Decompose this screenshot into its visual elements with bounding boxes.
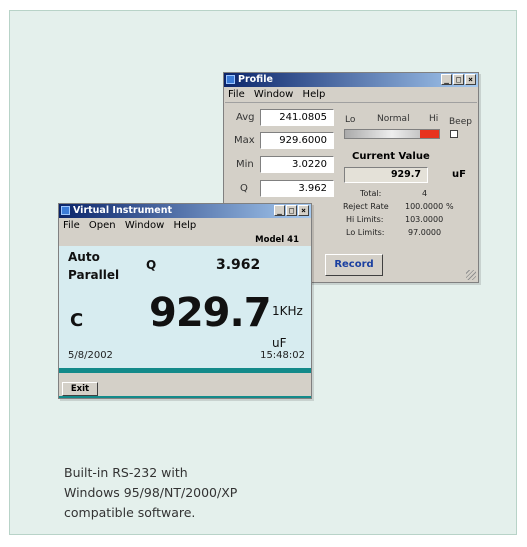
lo-limits-value: 97.0000: [408, 228, 442, 237]
lo-label: Lo: [345, 115, 356, 125]
date: 5/8/2002: [68, 350, 113, 361]
exit-underline: [59, 396, 311, 398]
hi-indicator-light: [420, 130, 439, 138]
limit-indicator-bar: [344, 129, 440, 139]
secondary-param: Q: [146, 258, 157, 272]
virtual-instrument-window: Virtual Instrument _ □ × File Open Windo…: [58, 203, 312, 399]
total-value: 4: [422, 189, 428, 198]
caption-line-1: Built-in RS-232 with: [64, 465, 188, 480]
reject-rate-unit: %: [446, 202, 454, 211]
q-field: 3.962: [260, 180, 334, 197]
model-label: Model 41: [255, 235, 299, 245]
reject-rate-label: Reject Rate: [343, 202, 389, 211]
status-strip: [59, 368, 311, 373]
menu-window[interactable]: Window: [254, 89, 293, 100]
profile-title: Profile: [238, 74, 273, 85]
minimize-button[interactable]: _: [441, 74, 452, 85]
current-unit: uF: [452, 169, 466, 180]
app-icon: [61, 206, 70, 215]
menu-help[interactable]: Help: [173, 220, 196, 231]
profile-titlebar[interactable]: Profile _ □ ×: [224, 73, 478, 87]
feature-caption: Built-in RS-232 with Windows 95/98/NT/20…: [64, 463, 237, 523]
vi-menubar: File Open Window Help: [59, 218, 311, 233]
beep-checkbox[interactable]: [450, 130, 458, 138]
hi-limits-label: Hi Limits:: [346, 215, 384, 224]
current-value-title: Current Value: [352, 151, 430, 162]
menu-file[interactable]: File: [63, 220, 80, 231]
maximize-button[interactable]: □: [453, 74, 464, 85]
profile-menubar: File Window Help: [224, 87, 478, 102]
min-label: Min: [236, 159, 254, 170]
frequency: 1KHz: [272, 304, 303, 318]
q-label: Q: [240, 183, 248, 194]
hi-label: Hi: [429, 114, 439, 124]
close-button[interactable]: ×: [298, 205, 309, 216]
exit-button[interactable]: Exit: [62, 382, 98, 396]
caption-line-2: Windows 95/98/NT/2000/XP: [64, 485, 238, 500]
record-button[interactable]: Record: [325, 254, 383, 276]
total-label: Total:: [360, 189, 382, 198]
instrument-display: Auto Parallel Q 3.962 C 929.7 1KHz uF 5/…: [59, 246, 311, 368]
max-label: Max: [234, 135, 255, 146]
primary-param: C: [70, 310, 84, 331]
current-value-field: 929.7: [344, 167, 428, 183]
avg-field: 241.0805: [260, 109, 334, 126]
menu-file[interactable]: File: [228, 89, 245, 100]
minimize-button[interactable]: _: [274, 205, 285, 216]
reject-rate-value: 100.0000: [405, 202, 444, 211]
resize-grip[interactable]: [466, 270, 476, 280]
hi-limits-value: 103.0000: [405, 215, 444, 224]
normal-label: Normal: [377, 114, 410, 124]
mode-parallel: Parallel: [68, 268, 120, 282]
secondary-value: 3.962: [216, 257, 261, 273]
avg-label: Avg: [236, 112, 255, 123]
menu-help[interactable]: Help: [303, 89, 326, 100]
vi-titlebar[interactable]: Virtual Instrument _ □ ×: [59, 204, 311, 218]
time: 15:48:02: [260, 350, 305, 361]
primary-unit: uF: [272, 336, 287, 350]
app-icon: [226, 75, 235, 84]
min-field: 3.0220: [260, 156, 334, 173]
primary-value: 929.7: [149, 290, 272, 336]
close-button[interactable]: ×: [465, 74, 476, 85]
lo-limits-label: Lo Limits:: [346, 228, 385, 237]
caption-line-3: compatible software.: [64, 505, 196, 520]
vi-title: Virtual Instrument: [73, 205, 172, 216]
menu-window[interactable]: Window: [125, 220, 164, 231]
maximize-button[interactable]: □: [286, 205, 297, 216]
menu-open[interactable]: Open: [89, 220, 116, 231]
beep-label: Beep: [449, 117, 472, 127]
mode-auto: Auto: [68, 250, 100, 264]
max-field: 929.6000: [260, 132, 334, 149]
